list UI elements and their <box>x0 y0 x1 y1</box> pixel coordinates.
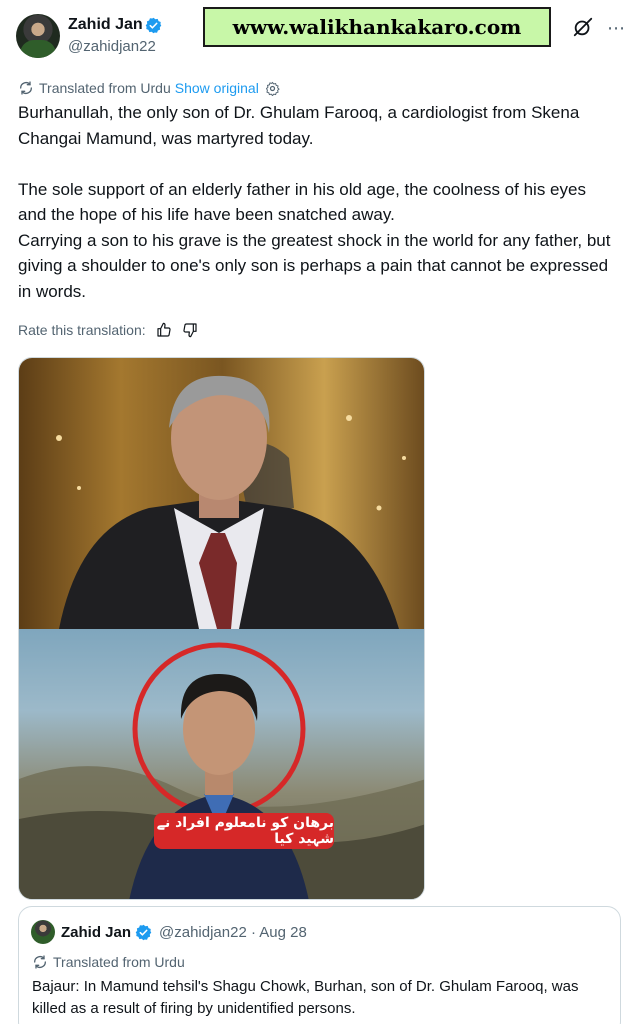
verified-badge-icon <box>135 924 152 941</box>
tweet-header: Zahid Jan @zahidjan22 www.walikhankakaro… <box>0 0 639 70</box>
translate-icon <box>34 955 46 969</box>
rate-translation-label: Rate this translation: <box>18 322 146 338</box>
translate-icon <box>20 81 32 95</box>
grok-icon[interactable] <box>572 16 594 38</box>
thumbs-up-icon[interactable] <box>156 322 172 338</box>
author-handle[interactable]: @zahidjan22 <box>68 38 156 55</box>
son-illustration <box>19 642 424 899</box>
quoted-author-name[interactable]: Zahid Jan <box>61 924 131 941</box>
quoted-text: Bajaur: In Mamund tehsil's Shagu Chowk, … <box>32 978 579 1017</box>
quoted-tweet[interactable]: Zahid Jan @zahidjan22 · Aug 28 Translate… <box>18 906 621 1024</box>
tweet-text: Burhanullah, the only son of Dr. Ghulam … <box>18 103 611 301</box>
portrait-photo-son[interactable]: برھان کو نامعلوم افراد نے شہید کیا <box>19 629 424 899</box>
quoted-meta[interactable]: @zahidjan22 · Aug 28 <box>159 924 307 941</box>
tweet-media[interactable]: برھان کو نامعلوم افراد نے شہید کیا <box>18 357 425 900</box>
thumbs-down-icon[interactable] <box>182 322 198 338</box>
urdu-caption: برھان کو نامعلوم افراد نے شہید کیا <box>154 813 334 849</box>
quoted-avatar[interactable] <box>31 920 55 944</box>
rate-translation: Rate this translation: <box>18 320 198 340</box>
translation-notice: Translated from Urdu Show original <box>18 79 280 97</box>
quoted-translation-label: Translated from Urdu <box>53 954 185 970</box>
avatar[interactable] <box>16 14 60 58</box>
portrait-illustration <box>56 375 406 629</box>
verified-badge-icon <box>145 17 162 34</box>
more-icon[interactable]: ⋯ <box>607 18 626 39</box>
gear-icon[interactable] <box>265 81 280 96</box>
quoted-translation-notice: Translated from Urdu <box>32 954 185 970</box>
portrait-photo-father[interactable] <box>19 358 424 629</box>
show-original-link[interactable]: Show original <box>175 80 259 96</box>
translation-label: Translated from Urdu <box>39 80 171 96</box>
watermark-banner: www.walikhankakaro.com <box>203 7 551 47</box>
author-name[interactable]: Zahid Jan <box>68 16 143 34</box>
